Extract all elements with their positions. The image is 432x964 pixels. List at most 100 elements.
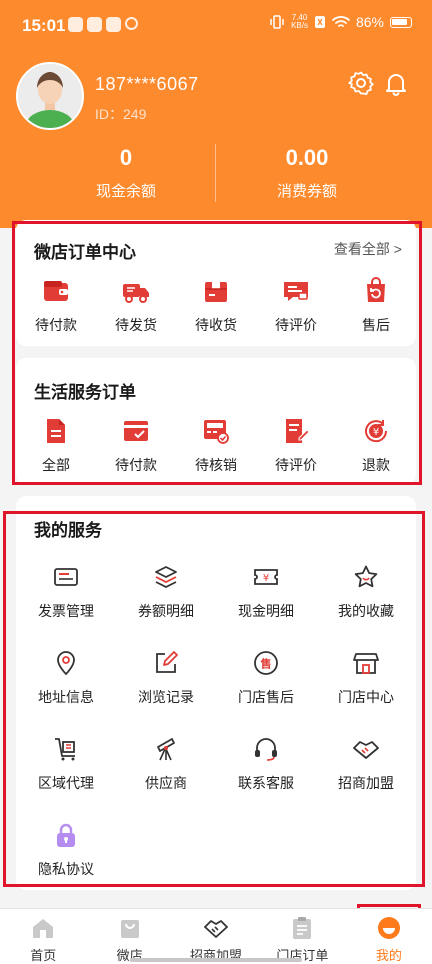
service-favorites[interactable]: 我的收藏 — [316, 560, 416, 646]
net-speed-unit: KB/s — [291, 21, 308, 30]
service-label: 供应商 — [145, 775, 187, 791]
tab-my[interactable]: 我的 — [346, 909, 432, 964]
svg-text:售: 售 — [260, 657, 272, 671]
service-address[interactable]: 地址信息 — [16, 646, 116, 732]
services-title: 我的服务 — [34, 521, 102, 540]
app-notification-icon — [87, 17, 102, 32]
service-label: 发票管理 — [38, 603, 94, 619]
register-icon — [204, 420, 229, 444]
life-order-label: 待核销 — [195, 457, 237, 473]
service-label: 现金明细 — [238, 603, 294, 619]
service-privacy-policy[interactable]: 隐私协议 — [16, 818, 116, 904]
invoice-icon — [54, 568, 78, 586]
life-orders-title: 生活服务订单 — [34, 383, 136, 402]
document-icon — [47, 419, 65, 443]
gesture-home-bar[interactable] — [130, 958, 302, 962]
refund-icon: ¥ — [365, 420, 388, 443]
tab-franchise[interactable]: 招商加盟 — [173, 909, 259, 964]
svg-text:¥: ¥ — [263, 573, 269, 584]
order-pending-shipment[interactable]: 待发货 — [96, 276, 176, 335]
user-phone: 187****6067 — [95, 74, 199, 94]
avatar[interactable] — [16, 62, 84, 130]
tab-store-orders[interactable]: 门店订单 — [259, 909, 345, 964]
life-order-label: 全部 — [42, 457, 70, 473]
yuan-ticket-icon: ¥ — [254, 569, 278, 585]
profile-icon — [377, 917, 400, 939]
voucher-balance-value: 0.00 — [285, 145, 329, 170]
location-pin-icon — [57, 651, 75, 676]
order-after-sales[interactable]: 售后 — [336, 276, 416, 335]
network-speed: 7.40 KB/s — [291, 14, 308, 30]
service-store-after-sales[interactable]: 售 门店售后 — [216, 646, 316, 732]
service-label: 门店售后 — [238, 689, 294, 705]
cart-icon — [55, 738, 75, 761]
service-cash-detail[interactable]: ¥ 现金明细 — [216, 560, 316, 646]
headset-icon — [255, 738, 277, 761]
order-pending-review[interactable]: 待评价 — [256, 276, 336, 335]
order-pending-receipt[interactable]: 待收货 — [176, 276, 256, 335]
service-regional-agent[interactable]: 区域代理 — [16, 732, 116, 818]
tab-label: 我的 — [375, 948, 402, 963]
status-time: 15:01 — [22, 16, 66, 35]
handshake-icon — [353, 741, 379, 759]
handshake-icon — [204, 920, 228, 938]
service-voucher-detail[interactable]: 券额明细 — [116, 560, 216, 646]
battery-percent: 86% — [355, 14, 384, 30]
life-order-pending-review[interactable]: 待评价 — [256, 416, 336, 475]
view-all-orders-link[interactable]: 查看全部 > — [334, 239, 402, 259]
service-label: 区域代理 — [38, 775, 94, 791]
storefront-icon — [353, 653, 379, 674]
service-label: 隐私协议 — [38, 861, 94, 877]
layers-icon — [155, 566, 177, 589]
svg-text:¥: ¥ — [373, 427, 379, 438]
shop-orders-title: 微店订单中心 — [34, 243, 136, 262]
order-pending-payment[interactable]: 待付款 — [16, 276, 96, 335]
note-edit-icon — [286, 419, 310, 443]
order-status-label: 待付款 — [35, 317, 77, 333]
settings-gear-icon[interactable] — [348, 70, 374, 96]
order-status-label: 售后 — [362, 317, 390, 333]
battery-icon — [390, 16, 412, 28]
sim-icon — [314, 16, 325, 28]
service-label: 联系客服 — [238, 775, 294, 791]
service-store-center[interactable]: 门店中心 — [316, 646, 416, 732]
service-label: 门店中心 — [338, 689, 394, 705]
profile-header: 15:01 7.40 KB/s 86% 187****6067 ID：249 0… — [0, 0, 432, 228]
voucher-balance-label: 消费券额 — [276, 183, 337, 200]
telescope-icon — [157, 738, 175, 761]
wallet-icon — [44, 281, 68, 301]
shop-orders-card: 微店订单中心 查看全部 > 待付款 待发货 待收货 待评价 售后 — [16, 220, 416, 346]
life-order-label: 待付款 — [115, 457, 157, 473]
service-invoice[interactable]: 发票管理 — [16, 560, 116, 646]
store-service-icon: 售 — [254, 651, 278, 675]
lock-icon — [57, 823, 75, 847]
tab-home[interactable]: 首页 — [0, 909, 86, 964]
life-service-orders-card: 生活服务订单 全部 待付款 待核销 待评价 ¥ 退款 — [16, 358, 416, 484]
service-supplier[interactable]: 供应商 — [116, 732, 216, 818]
life-order-pending-verify[interactable]: 待核销 — [176, 416, 256, 475]
truck-icon — [123, 284, 149, 303]
my-services-card: 我的服务 发票管理 券额明细 ¥ 现金明细 我的收藏 地址信息 浏览记录 售 门… — [16, 496, 416, 890]
voucher-balance-stat[interactable]: 0.00 消费券额 — [199, 145, 415, 201]
tab-label: 首页 — [30, 948, 57, 963]
comment-icon — [284, 282, 308, 301]
shopping-bag-icon — [120, 920, 139, 938]
status-bar: 15:01 7.40 KB/s 86% — [0, 0, 432, 52]
order-status-label: 待收货 — [195, 317, 237, 333]
notification-bell-icon[interactable] — [383, 70, 409, 96]
star-icon — [354, 565, 378, 588]
life-order-pending-payment[interactable]: 待付款 — [96, 416, 176, 475]
bottom-tab-bar: 首页 微店 招商加盟 门店订单 我的 — [0, 908, 432, 964]
life-order-all[interactable]: 全部 — [16, 416, 96, 475]
life-order-label: 待评价 — [275, 457, 317, 473]
tab-shop[interactable]: 微店 — [86, 909, 172, 964]
app-notification-icon — [125, 17, 138, 30]
life-order-refund[interactable]: ¥ 退款 — [336, 416, 416, 475]
user-id: ID：249 — [95, 106, 147, 122]
service-label: 地址信息 — [38, 689, 94, 705]
service-contact-support[interactable]: 联系客服 — [216, 732, 316, 818]
service-history[interactable]: 浏览记录 — [116, 646, 216, 732]
service-franchise[interactable]: 招商加盟 — [316, 732, 416, 818]
edit-square-icon — [156, 651, 178, 673]
app-notification-icon — [68, 17, 83, 32]
